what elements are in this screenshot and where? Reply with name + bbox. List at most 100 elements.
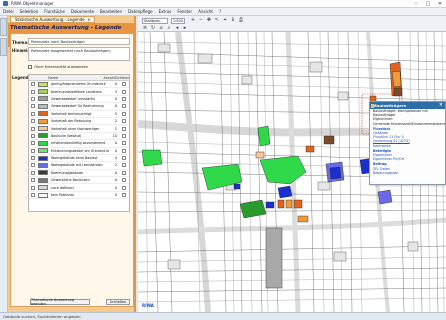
legend-row-checkbox[interactable] — [31, 141, 35, 146]
info-link-eigentuemer-ort[interactable]: Eigentümer Plz/Ort — [370, 157, 445, 161]
legend-visibility-checkbox[interactable] — [122, 82, 126, 87]
home-icon[interactable]: ⌂ — [158, 25, 164, 31]
menu-extras[interactable]: Extras — [159, 9, 172, 14]
menu-fenster[interactable]: Fenster — [177, 9, 192, 14]
legend-row[interactable]: Kommunalgebäude 0 — [29, 170, 129, 178]
close-window-button[interactable]: ✕ — [434, 0, 446, 8]
legend-row[interactable]: Gewerbliche Baulücken 0 — [29, 177, 129, 185]
legend-name: erhaltensbedürftig bevorstehend — [51, 141, 106, 146]
legend-row-checkbox[interactable] — [31, 133, 35, 138]
map-theme-select[interactable]: Stadtplan — [142, 18, 168, 24]
legend-row-checkbox[interactable] — [31, 111, 35, 116]
legend-row-checkbox[interactable] — [31, 193, 35, 198]
search-icon[interactable]: ⌕ — [166, 25, 172, 31]
back-icon[interactable]: ◂ — [174, 25, 180, 31]
legend-row-checkbox[interactable] — [31, 119, 35, 124]
legend-color-swatch — [38, 177, 48, 183]
legend-color-swatch — [38, 133, 48, 139]
legend-row-checkbox[interactable] — [31, 163, 35, 168]
legend-visibility-checkbox[interactable] — [122, 96, 126, 101]
legend-visibility-checkbox[interactable] — [122, 133, 126, 138]
hide-extensive-checkbox[interactable] — [28, 65, 32, 69]
legend-row[interactable]: Entwicklungsbedarf am Ortsrand bevorsteh… — [29, 148, 129, 155]
menu-datenpflege[interactable]: Datenpflege — [128, 9, 153, 14]
end-evaluation-button[interactable]: Thematische Auswertung beenden — [30, 298, 90, 306]
legend-name: Kommunalgebäude — [51, 170, 83, 175]
pan-icon[interactable]: ✥ — [206, 17, 212, 23]
legend-row-checkbox[interactable] — [31, 89, 35, 94]
menu-selektion[interactable]: Selektion — [20, 9, 39, 14]
legend-count: 0 — [114, 178, 117, 183]
legend-visibility-checkbox[interactable] — [122, 119, 126, 124]
legend-row-checkbox[interactable] — [31, 96, 35, 101]
legend-row-checkbox[interactable] — [31, 185, 35, 190]
menu-help[interactable]: ? — [219, 9, 221, 14]
legend-name: Vorbehalt berücksichtigt — [51, 111, 92, 116]
legend-row[interactable]: Kommunaleiseffekte Landkreis 3 — [29, 88, 129, 96]
legend-visibility-checkbox[interactable] — [122, 89, 126, 94]
close-panel-button[interactable]: Schließen — [106, 299, 130, 305]
minimize-button[interactable]: – — [410, 0, 422, 8]
zoom-in-icon[interactable]: + — [190, 17, 196, 23]
menu-ansicht[interactable]: Ansicht — [198, 9, 213, 14]
dock-tab[interactable] — [0, 18, 7, 36]
info-close-icon[interactable]: × — [439, 102, 443, 108]
legend-row-checkbox[interactable] — [31, 104, 35, 109]
legend-row-checkbox[interactable] — [31, 82, 35, 87]
legend-row[interactable]: Vorbehalt berücksichtigt 5 — [29, 111, 129, 118]
info-link-nachweise[interactable]: Nachweise — [370, 144, 445, 148]
app-icon — [3, 1, 8, 6]
layer-icon[interactable]: ≡ — [142, 25, 148, 31]
legend-visibility-checkbox[interactable] — [122, 163, 126, 168]
legend-visibility-checkbox[interactable] — [122, 104, 126, 109]
menu-flurstuecke[interactable]: Flurstücke — [44, 9, 65, 14]
panel-tab[interactable]: Statistische Auswertung - Legende x — [10, 16, 95, 23]
legend-row-checkbox[interactable] — [31, 126, 35, 131]
map-scale-select[interactable]: 1:500 — [171, 18, 185, 24]
refresh-icon[interactable]: ↻ — [150, 25, 156, 31]
legend-row[interactable]: Wohngebäude ohne Baulast 4 — [29, 155, 129, 163]
legend-row-checkbox[interactable] — [31, 178, 35, 183]
legend-row[interactable]: kein Potenzial 0 — [29, 192, 129, 200]
menu-dokumente[interactable]: Dokumente — [71, 9, 94, 14]
legend-visibility-checkbox[interactable] — [122, 141, 126, 146]
thema-field[interactable]: Potenziale nach Baulastträger — [28, 38, 130, 45]
info-link-bebauungsplan[interactable]: Bebauungsplan — [370, 171, 445, 175]
forward-icon[interactable]: ▸ — [182, 25, 188, 31]
legend-visibility-checkbox[interactable] — [122, 111, 126, 116]
panel-tab-close-icon[interactable]: x — [88, 17, 90, 22]
hinweis-field[interactable]: Potenziale ausgewertet nach Baulastträge… — [28, 47, 130, 61]
legend-row-checkbox[interactable] — [31, 156, 35, 161]
legend-row[interactable]: Vorbehalt ohne Hochwertiger 1 — [29, 125, 129, 133]
select-icon[interactable]: ↖ — [214, 17, 220, 23]
legend-row[interactable]: gering/fragmentierte Grundstück 0 — [29, 81, 129, 89]
legend-row[interactable]: Wohngebäude mit Leerständen 2 — [29, 162, 129, 170]
legend-visibility-checkbox[interactable] — [122, 170, 126, 175]
legend-row[interactable]: noch definiert 0 — [29, 184, 129, 192]
menu-bearbeiten[interactable]: Bearbeiten — [100, 9, 122, 14]
measure-icon[interactable]: ⌖ — [222, 17, 228, 23]
legend-row-checkbox[interactable] — [31, 148, 35, 153]
menu-datei[interactable]: Datei — [3, 9, 14, 14]
legend-color-swatch — [38, 148, 48, 154]
legend-color-swatch — [38, 96, 48, 102]
dock-tab[interactable] — [0, 38, 7, 56]
legend-row[interactable]: Baulücke (bebaut) 10 — [29, 133, 129, 141]
legend-visibility-checkbox[interactable] — [122, 156, 126, 161]
legend-visibility-checkbox[interactable] — [122, 148, 126, 153]
legend-row[interactable]: Gewerbebedarf (verstärkt) 0 — [29, 96, 129, 104]
legend-row[interactable]: Vorbehalt der Bebauung 2 — [29, 118, 129, 126]
print-icon[interactable]: ⎙ — [238, 17, 244, 23]
info-icon[interactable]: ℹ — [230, 17, 236, 23]
legend-visibility-checkbox[interactable] — [122, 193, 126, 198]
legend-row[interactable]: Gewerbebedarf für Realisierung 0 — [29, 103, 129, 111]
legend-count: 10 — [112, 133, 117, 138]
maximize-button[interactable]: □ — [422, 0, 434, 8]
legend-row[interactable]: erhaltensbedürftig bevorstehend 0 — [29, 140, 129, 148]
legend-visibility-checkbox[interactable] — [122, 178, 126, 183]
legend-row-checkbox[interactable] — [31, 170, 35, 175]
legend-visibility-checkbox[interactable] — [122, 185, 126, 190]
legend-name: Vorbehalt ohne Hochwertiger — [51, 126, 100, 131]
legend-visibility-checkbox[interactable] — [122, 126, 126, 131]
zoom-out-icon[interactable]: − — [198, 17, 204, 23]
